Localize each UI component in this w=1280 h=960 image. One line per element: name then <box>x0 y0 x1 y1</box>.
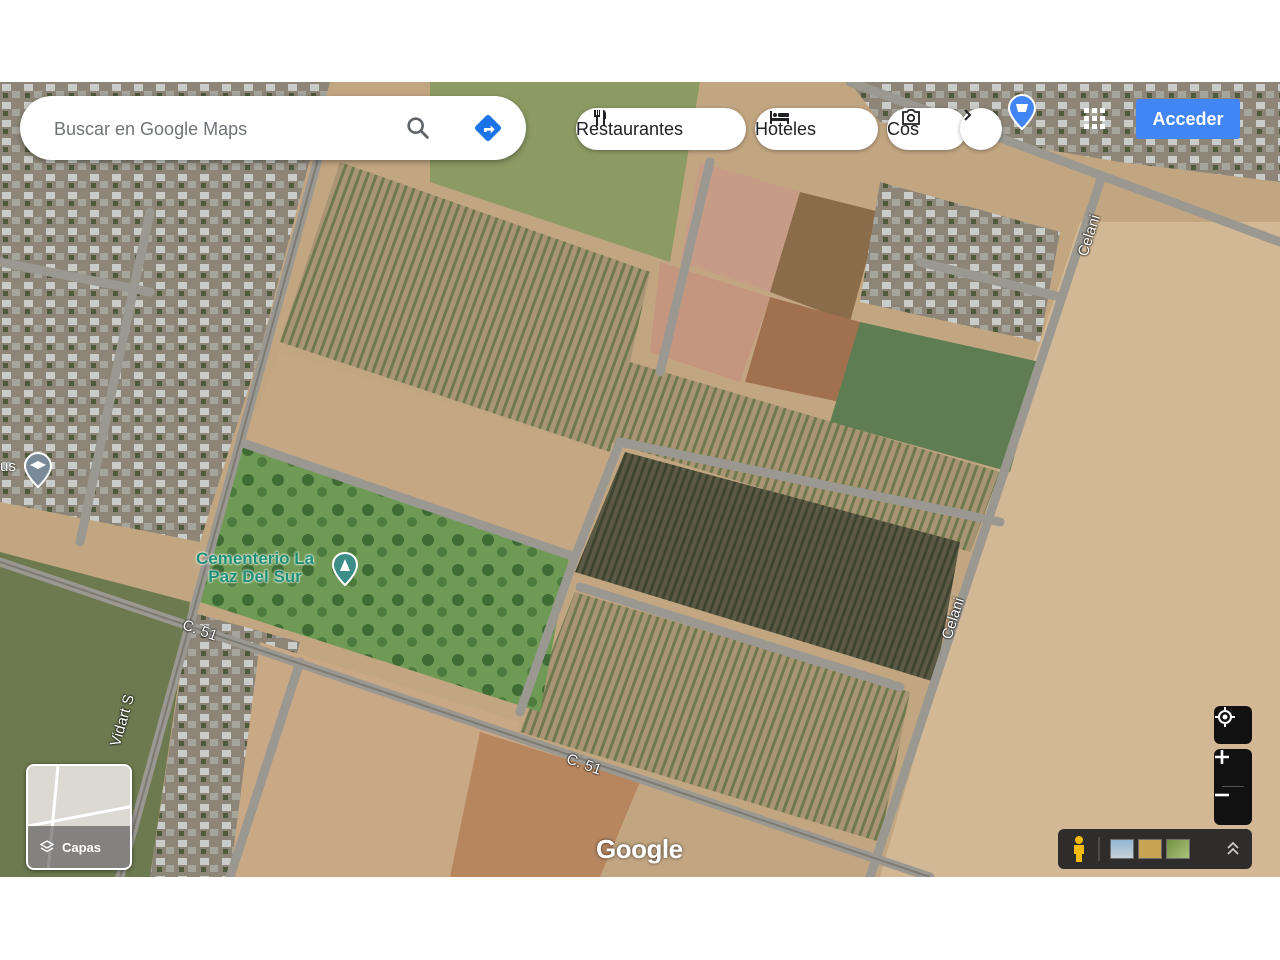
search-icon[interactable] <box>404 114 432 142</box>
imagery-thumbnail[interactable] <box>1166 839 1190 859</box>
place-pin-icon[interactable] <box>332 552 358 586</box>
zoom-in-button[interactable] <box>1214 749 1252 786</box>
bottom-control-bar <box>1058 829 1252 869</box>
expand-chevron-icon[interactable] <box>1224 839 1242 859</box>
chevron-right-icon <box>964 109 972 121</box>
zoom-out-button[interactable] <box>1214 787 1252 825</box>
search-input[interactable] <box>52 116 386 142</box>
bar-divider <box>1098 837 1100 861</box>
location-crosshair-icon <box>1215 707 1235 727</box>
plus-icon <box>1215 750 1229 764</box>
layers-icon <box>40 840 54 854</box>
place-name-line1: Cementerio La <box>196 549 315 568</box>
chip-hotels[interactable]: Hoteles <box>755 108 878 150</box>
sign-in-button[interactable]: Acceder <box>1136 99 1240 139</box>
google-watermark: Google <box>596 834 683 864</box>
school-pin-icon[interactable] <box>24 452 52 488</box>
directions-icon[interactable] <box>472 112 504 144</box>
map-canvas[interactable]: Cementerio La Paz Del Sur us Celani Cela… <box>0 82 1280 877</box>
pegman-icon[interactable] <box>1068 835 1090 863</box>
place-label-cemetery[interactable]: Cementerio La Paz Del Sur <box>196 550 314 586</box>
place-name-line2: Paz Del Sur <box>208 567 302 586</box>
apps-grid-icon[interactable] <box>1082 106 1108 132</box>
chips-scroll-right-button[interactable] <box>960 108 1002 150</box>
terrain-thumbnail[interactable] <box>1138 839 1162 859</box>
camera-icon <box>902 109 920 125</box>
streetview-thumbnail[interactable] <box>1110 839 1134 859</box>
layers-label: Capas <box>62 840 102 855</box>
satellite-imagery <box>0 82 1280 877</box>
shopping-pin-icon[interactable] <box>1008 94 1036 130</box>
edge-place-label: us <box>0 458 16 475</box>
bed-icon <box>770 111 789 124</box>
minus-icon <box>1215 793 1229 797</box>
my-location-button[interactable] <box>1214 706 1252 744</box>
chip-things-to-do[interactable]: Cos <box>887 108 967 150</box>
zoom-control <box>1214 749 1252 825</box>
fork-knife-icon <box>594 110 606 126</box>
chip-restaurants[interactable]: Restaurantes <box>576 108 746 150</box>
search-box <box>20 96 526 160</box>
layers-button[interactable]: Capas <box>26 764 132 870</box>
